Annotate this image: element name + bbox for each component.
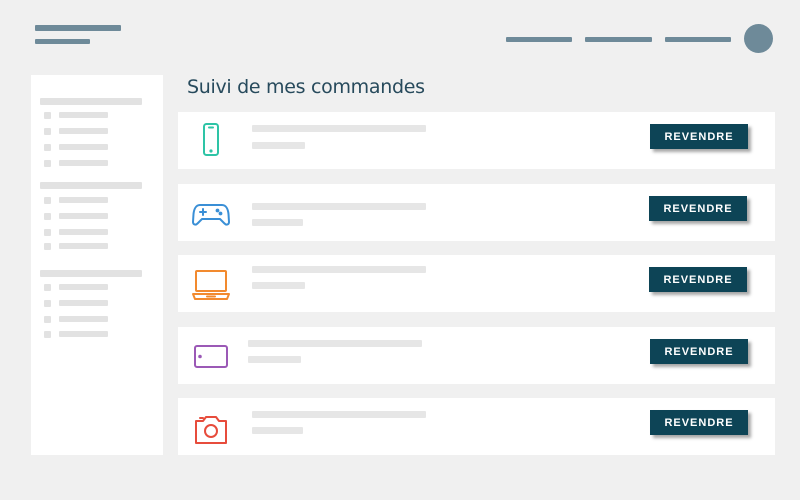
sidebar-item-bullet bbox=[44, 300, 51, 307]
sidebar-item[interactable] bbox=[59, 112, 108, 118]
sidebar-item-bullet bbox=[44, 128, 51, 135]
order-card: REVENDRE bbox=[178, 255, 775, 312]
sidebar-item[interactable] bbox=[59, 243, 108, 249]
avatar[interactable] bbox=[744, 24, 773, 53]
sidebar-item[interactable] bbox=[59, 284, 108, 290]
sidebar-item-bullet bbox=[44, 243, 51, 250]
logo-bar-top bbox=[35, 25, 121, 31]
sidebar-group-heading bbox=[40, 98, 142, 105]
nav-link-1[interactable] bbox=[506, 37, 572, 42]
sidebar-item[interactable] bbox=[59, 144, 108, 150]
sidebar-item[interactable] bbox=[59, 331, 108, 337]
sidebar-item[interactable] bbox=[59, 213, 108, 219]
order-card: REVENDRE bbox=[178, 112, 775, 169]
sidebar-item-bullet bbox=[44, 229, 51, 236]
order-meta-placeholder bbox=[252, 282, 305, 289]
order-title-placeholder bbox=[252, 203, 426, 210]
resell-button[interactable]: REVENDRE bbox=[649, 267, 747, 292]
sidebar-item-bullet bbox=[44, 213, 51, 220]
order-title-placeholder bbox=[248, 340, 422, 347]
order-meta-placeholder bbox=[252, 427, 303, 434]
order-meta-placeholder bbox=[252, 142, 305, 149]
resell-button[interactable]: REVENDRE bbox=[650, 339, 748, 364]
order-title-placeholder bbox=[252, 125, 426, 132]
smartphone-icon bbox=[190, 120, 232, 162]
tablet-icon bbox=[190, 335, 232, 377]
sidebar-item-bullet bbox=[44, 197, 51, 204]
sidebar-item-bullet bbox=[44, 331, 51, 338]
order-card: REVENDRE bbox=[178, 327, 775, 384]
order-meta-placeholder bbox=[248, 356, 301, 363]
sidebar-item[interactable] bbox=[59, 316, 108, 322]
sidebar-item-bullet bbox=[44, 284, 51, 291]
sidebar-item-bullet bbox=[44, 160, 51, 167]
order-card: REVENDRE bbox=[178, 398, 775, 455]
sidebar-item[interactable] bbox=[59, 300, 108, 306]
order-meta-placeholder bbox=[252, 219, 303, 226]
resell-button[interactable]: REVENDRE bbox=[650, 124, 748, 149]
resell-button[interactable]: REVENDRE bbox=[649, 196, 747, 221]
page-title: Suivi de mes commandes bbox=[187, 76, 425, 98]
order-title-placeholder bbox=[252, 411, 426, 418]
gamepad-icon bbox=[190, 192, 232, 234]
order-card: REVENDRE bbox=[178, 184, 775, 241]
sidebar-group-heading bbox=[40, 182, 142, 189]
sidebar-item-bullet bbox=[44, 112, 51, 119]
laptop-icon bbox=[190, 263, 232, 305]
sidebar-item[interactable] bbox=[59, 160, 108, 166]
sidebar-item[interactable] bbox=[59, 128, 108, 134]
logo-bar-bottom bbox=[35, 39, 90, 44]
nav-link-3[interactable] bbox=[665, 37, 731, 42]
camera-icon bbox=[190, 406, 232, 448]
order-title-placeholder bbox=[252, 266, 426, 273]
sidebar-item[interactable] bbox=[59, 229, 108, 235]
sidebar-item-bullet bbox=[44, 316, 51, 323]
sidebar-group-heading bbox=[40, 270, 142, 277]
nav-link-2[interactable] bbox=[585, 37, 652, 42]
resell-button[interactable]: REVENDRE bbox=[650, 410, 748, 435]
sidebar-item-bullet bbox=[44, 144, 51, 151]
sidebar-item[interactable] bbox=[59, 197, 108, 203]
sidebar bbox=[31, 75, 163, 455]
